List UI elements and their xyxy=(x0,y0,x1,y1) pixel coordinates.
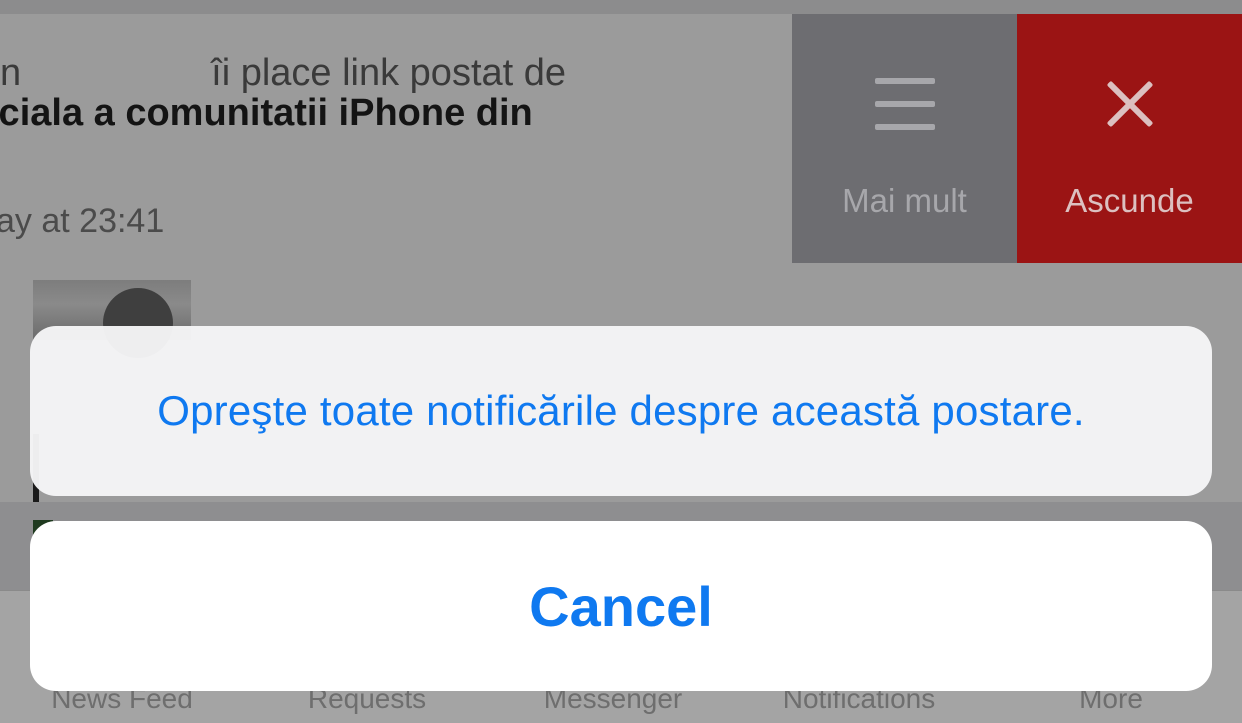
status-strip xyxy=(0,0,1242,14)
hide-action-button[interactable]: Ascunde xyxy=(1017,14,1242,263)
cancel-button[interactable]: Cancel xyxy=(30,521,1212,691)
notification-page-name: iciala a comunitatii iPhone din xyxy=(0,92,533,134)
notification-action-text: îi place link postat de xyxy=(211,52,567,94)
option-label: Opreşte toate notificările despre aceast… xyxy=(157,387,1085,434)
blurred-name xyxy=(21,65,211,85)
hide-action-label: Ascunde xyxy=(1065,182,1194,219)
notification-timestamp: ay at 23:41 xyxy=(0,202,165,240)
turn-off-notifications-option[interactable]: Opreşte toate notificările despre aceast… xyxy=(30,326,1212,496)
menu-icon xyxy=(874,78,935,130)
notification-name-fragment: n xyxy=(0,52,22,94)
more-action-button[interactable]: Mai mult xyxy=(792,14,1017,263)
notification-text: n îi place link postat de xyxy=(0,52,566,95)
close-icon xyxy=(1100,78,1160,130)
cancel-label: Cancel xyxy=(529,574,713,638)
more-action-label: Mai mult xyxy=(842,182,967,219)
